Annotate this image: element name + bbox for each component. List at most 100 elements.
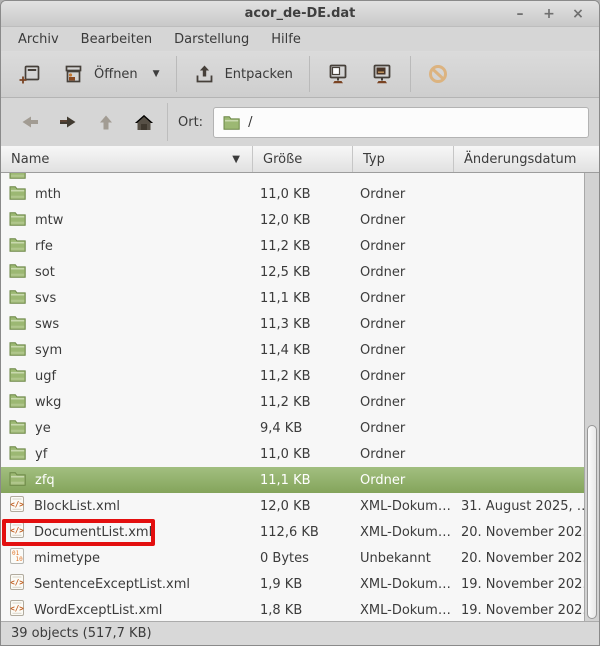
status-text: 39 objects (517,7 KB) bbox=[11, 626, 152, 641]
table-row[interactable]: </> WordExceptList.xml 1,8 KB XML-Dokum…… bbox=[1, 597, 584, 621]
up-icon bbox=[97, 113, 115, 132]
svg-text:</>: </> bbox=[10, 578, 24, 587]
file-name-cell: sws bbox=[1, 311, 253, 337]
table-row[interactable]: </> SentenceExceptList.xml 1,9 KB XML-Do… bbox=[1, 571, 584, 597]
extract-button[interactable]: Entpacken bbox=[183, 57, 303, 92]
file-date: 20. November 202… bbox=[454, 525, 584, 540]
menubar: Archiv Bearbeiten Darstellung Hilfe bbox=[1, 27, 599, 51]
menu-hilfe[interactable]: Hilfe bbox=[260, 29, 312, 50]
partial-top-row[interactable] bbox=[1, 173, 584, 181]
extract-button-label: Entpacken bbox=[225, 67, 293, 82]
file-name: svs bbox=[35, 291, 56, 306]
menu-bearbeiten[interactable]: Bearbeiten bbox=[70, 29, 163, 50]
column-header-date[interactable]: Änderungsdatum bbox=[454, 146, 599, 172]
table-row[interactable]: mtw 12,0 KB Ordner bbox=[1, 207, 584, 233]
titlebar[interactable]: acor_de-DE.dat – + × bbox=[1, 1, 599, 27]
file-name-cell: ye bbox=[1, 415, 253, 441]
open-button-label: Öffnen bbox=[94, 67, 138, 82]
file-name: rfe bbox=[35, 239, 53, 254]
file-size: 11,1 KB bbox=[253, 291, 353, 306]
file-type: Ordner bbox=[353, 369, 454, 384]
column-header-size[interactable]: Größe bbox=[253, 146, 353, 172]
file-name: yf bbox=[35, 447, 47, 462]
xml-file-icon: </> bbox=[9, 496, 25, 512]
table-row[interactable]: sym 11,4 KB Ordner bbox=[1, 337, 584, 363]
file-size: 11,2 KB bbox=[253, 395, 353, 410]
table-row[interactable]: sws 11,3 KB Ordner bbox=[1, 311, 584, 337]
table-row[interactable]: yf 11,0 KB Ordner bbox=[1, 441, 584, 467]
navigation-bar: Ort: / bbox=[1, 98, 599, 146]
back-button[interactable] bbox=[11, 104, 49, 140]
view-file-alt-button[interactable] bbox=[360, 56, 404, 92]
table-row[interactable]: sot 12,5 KB Ordner bbox=[1, 259, 584, 285]
menu-archiv[interactable]: Archiv bbox=[7, 29, 70, 50]
file-size: 9,4 KB bbox=[253, 421, 353, 436]
table-row[interactable]: mth 11,0 KB Ordner bbox=[1, 181, 584, 207]
file-name-cell: mtw bbox=[1, 207, 253, 233]
archive-manager-window: acor_de-DE.dat – + × Archiv Bearbeiten D… bbox=[0, 0, 600, 646]
table-row[interactable]: svs 11,1 KB Ordner bbox=[1, 285, 584, 311]
table-header: Name ▼ Größe Typ Änderungsdatum bbox=[1, 146, 599, 173]
file-type: XML-Dokum… bbox=[353, 603, 454, 618]
view-file-button[interactable] bbox=[316, 56, 360, 92]
file-name-cell: wkg bbox=[1, 389, 253, 415]
up-button[interactable] bbox=[87, 104, 125, 140]
minimize-button[interactable]: – bbox=[513, 4, 527, 24]
table-row[interactable]: </> BlockList.xml 12,0 KB XML-Dokum… 31.… bbox=[1, 493, 584, 519]
table-row[interactable]: ye 9,4 KB Ordner bbox=[1, 415, 584, 441]
file-name: WordExceptList.xml bbox=[34, 603, 162, 618]
file-size: 11,0 KB bbox=[253, 187, 353, 202]
folder-icon bbox=[9, 185, 26, 200]
file-list: mth 11,0 KB Ordner mtw 12,0 KB Ordner rf… bbox=[1, 173, 584, 621]
scrollbar-thumb[interactable] bbox=[587, 425, 597, 619]
file-icon-slot: </> bbox=[9, 574, 25, 594]
file-icon-slot: 01 10 bbox=[9, 548, 25, 568]
svg-text:</>: </> bbox=[10, 500, 24, 509]
file-name: mth bbox=[35, 187, 61, 202]
home-button[interactable] bbox=[125, 104, 163, 140]
open-archive-button[interactable]: Öffnen ▼ bbox=[52, 57, 170, 92]
file-name-cell: rfe bbox=[1, 233, 253, 259]
folder-icon bbox=[9, 341, 26, 356]
file-type: Ordner bbox=[353, 265, 454, 280]
table-row[interactable]: ugf 11,2 KB Ordner bbox=[1, 363, 584, 389]
table-row[interactable]: 01 10 mimetype 0 Bytes Unbekannt 20. Nov… bbox=[1, 545, 584, 571]
file-type: XML-Dokum… bbox=[353, 499, 454, 514]
file-icon-slot bbox=[9, 263, 26, 282]
table-row[interactable]: </> DocumentList.xml 112,6 KB XML-Dokum…… bbox=[1, 519, 584, 545]
forward-icon bbox=[58, 113, 78, 131]
new-archive-button[interactable] bbox=[9, 57, 52, 92]
column-header-name[interactable]: Name ▼ bbox=[1, 146, 253, 172]
table-row[interactable]: wkg 11,2 KB Ordner bbox=[1, 389, 584, 415]
vertical-scrollbar[interactable] bbox=[584, 173, 599, 621]
forward-button[interactable] bbox=[49, 104, 87, 140]
maximize-button[interactable]: + bbox=[542, 4, 556, 24]
statusbar: 39 objects (517,7 KB) bbox=[1, 621, 599, 645]
file-name: sws bbox=[35, 317, 59, 332]
file-name-cell: svs bbox=[1, 285, 253, 311]
folder-icon bbox=[9, 237, 26, 252]
table-row[interactable]: rfe 11,2 KB Ordner bbox=[1, 233, 584, 259]
location-input[interactable]: / bbox=[213, 107, 589, 138]
toolbar-separator bbox=[309, 56, 310, 92]
table-row[interactable]: zfq 11,1 KB Ordner bbox=[1, 467, 584, 493]
file-type: XML-Dokum… bbox=[353, 525, 454, 540]
view-file-alt-icon bbox=[370, 62, 394, 86]
file-icon-slot bbox=[9, 211, 26, 230]
file-name-cell: </> WordExceptList.xml bbox=[1, 597, 253, 621]
close-button[interactable]: × bbox=[571, 4, 585, 24]
column-header-type[interactable]: Typ bbox=[353, 146, 454, 172]
file-icon-slot bbox=[9, 393, 26, 412]
file-date: 20. November 202… bbox=[454, 551, 584, 566]
sort-descending-icon: ▼ bbox=[232, 154, 240, 165]
window-controls: – + × bbox=[513, 4, 599, 24]
back-icon bbox=[20, 113, 40, 131]
file-name-cell: </> SentenceExceptList.xml bbox=[1, 571, 253, 597]
file-icon-slot bbox=[9, 237, 26, 256]
stop-button bbox=[417, 57, 459, 91]
file-size: 0 Bytes bbox=[253, 551, 353, 566]
file-type: Ordner bbox=[353, 317, 454, 332]
menu-darstellung[interactable]: Darstellung bbox=[163, 29, 260, 50]
open-dropdown-arrow[interactable]: ▼ bbox=[153, 69, 160, 79]
file-name: zfq bbox=[35, 473, 55, 488]
